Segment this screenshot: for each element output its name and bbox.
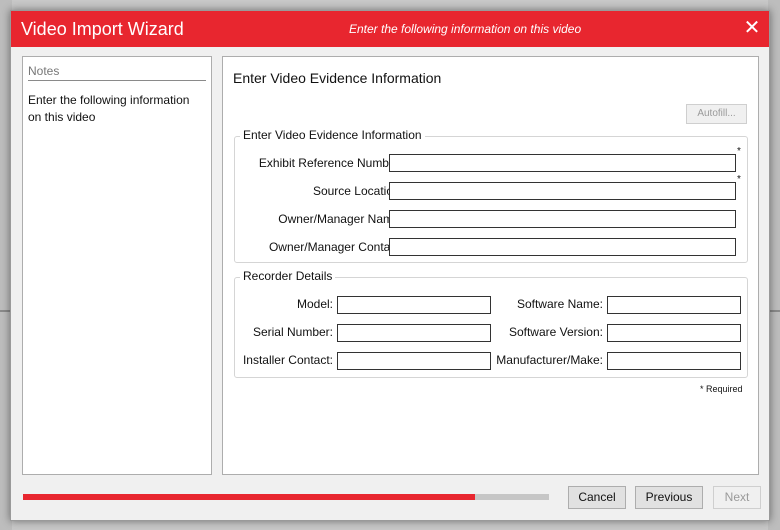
autofill-button[interactable]: Autofill... xyxy=(686,104,747,124)
window-title: Video Import Wizard xyxy=(21,19,184,39)
page-title: Enter Video Evidence Information xyxy=(233,70,442,86)
notes-panel: Notes Enter the following information on… xyxy=(22,56,212,475)
recorder-details-group: Recorder Details Model: Software Name: S… xyxy=(234,269,748,378)
exhibit-reference-label: Exhibit Reference Number: xyxy=(258,156,403,170)
required-star: * xyxy=(737,174,741,185)
video-import-wizard-dialog: Video Import Wizard Enter the following … xyxy=(10,10,770,521)
software-version-label: Software Version: xyxy=(508,325,603,339)
source-location-input[interactable] xyxy=(389,182,736,200)
serial-number-label: Serial Number: xyxy=(252,325,333,339)
owner-manager-name-label: Owner/Manager Name: xyxy=(278,212,403,226)
title-bar: Video Import Wizard Enter the following … xyxy=(11,11,769,47)
serial-number-input[interactable] xyxy=(337,324,491,342)
installer-contact-input[interactable] xyxy=(337,352,491,370)
cancel-button[interactable]: Cancel xyxy=(568,486,626,509)
background-divider xyxy=(0,310,10,312)
recorder-group-label: Recorder Details xyxy=(240,269,336,283)
close-icon[interactable]: ✕ xyxy=(741,17,763,39)
previous-button[interactable]: Previous xyxy=(635,486,703,509)
exhibit-reference-input[interactable] xyxy=(389,154,736,172)
main-panel: Enter Video Evidence Information Autofil… xyxy=(222,56,759,475)
wizard-progress-fill xyxy=(23,494,476,500)
model-input[interactable] xyxy=(337,296,491,314)
required-note: * Required xyxy=(700,384,743,394)
software-name-label: Software Name: xyxy=(516,297,603,311)
wizard-progress-bar xyxy=(23,494,549,500)
manufacturer-make-label: Manufacturer/Make: xyxy=(496,353,603,367)
notes-header: Notes xyxy=(28,64,206,81)
owner-manager-contact-input[interactable] xyxy=(389,238,736,256)
software-name-input[interactable] xyxy=(607,296,741,314)
software-version-input[interactable] xyxy=(607,324,741,342)
next-button[interactable]: Next xyxy=(713,486,761,509)
evidence-group-label: Enter Video Evidence Information xyxy=(240,128,425,142)
background-divider xyxy=(770,310,780,312)
required-star: * xyxy=(737,146,741,157)
owner-manager-name-input[interactable] xyxy=(389,210,736,228)
notes-text: Enter the following information on this … xyxy=(28,93,190,124)
evidence-info-group: Enter Video Evidence Information Exhibit… xyxy=(234,128,748,263)
window-subtitle: Enter the following information on this … xyxy=(349,22,582,36)
owner-manager-contact-label: Owner/Manager Contact: xyxy=(268,240,403,254)
installer-contact-label: Installer Contact: xyxy=(242,353,333,367)
manufacturer-make-input[interactable] xyxy=(607,352,741,370)
model-label: Model: xyxy=(296,297,333,311)
